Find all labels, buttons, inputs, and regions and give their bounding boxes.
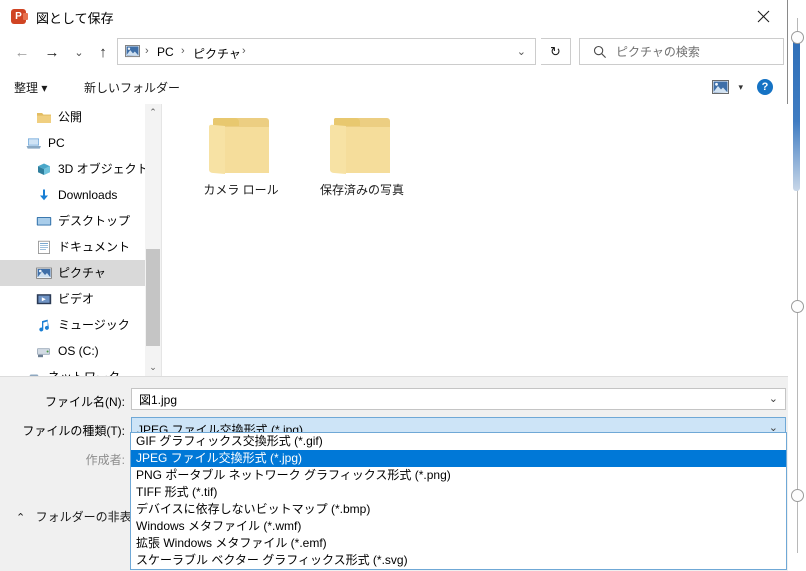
folder-icon	[330, 118, 394, 172]
chevron-down-icon[interactable]: ⌄	[769, 392, 778, 405]
sidebar-item-8[interactable]: ビデオ	[0, 286, 145, 312]
view-layout-icon[interactable]	[712, 80, 729, 95]
file-type-option-1[interactable]: GIF グラフィックス交換形式 (*.gif)	[131, 433, 786, 450]
sidebar-item-label: OS (C:)	[58, 338, 99, 364]
breadcrumb-separator: ›	[181, 45, 185, 57]
file-type-label: ファイルの種類(T):	[10, 422, 125, 439]
sidebar-item-1[interactable]: 公開	[0, 104, 145, 130]
sidebar-scrollbar[interactable]: ⌃ ⌄	[145, 104, 162, 376]
chevron-down-icon[interactable]: ⌄	[517, 45, 526, 58]
file-name-label: ファイル名(N):	[10, 393, 125, 410]
dialog-title: 図として保存	[36, 8, 114, 27]
folder-item[interactable]: 保存済みの写真	[303, 110, 421, 236]
downloads-icon	[36, 188, 52, 203]
file-type-option-5[interactable]: デバイスに依存しないビットマップ (*.bmp)	[131, 501, 786, 518]
dialog-body: 公開PC3D オブジェクトDownloadsデスクトップドキュメントピクチャビデ…	[0, 104, 788, 376]
navigation-bar: ← → ⌄ ↑ › PC › ピクチャ › ⌄ ↻	[0, 32, 787, 72]
scroll-up-icon[interactable]: ⌃	[145, 104, 161, 121]
folder-icon	[209, 118, 273, 172]
sidebar-scroll-thumb[interactable]	[146, 249, 160, 346]
command-bar: 整理 ▾ 新しいフォルダー ▾ ?	[0, 72, 787, 105]
powerpoint-icon: P	[11, 9, 26, 24]
pictures-icon	[36, 266, 52, 281]
sidebar-item-label: デスクトップ	[58, 208, 130, 234]
file-type-option-6[interactable]: Windows メタファイル (*.wmf)	[131, 518, 786, 535]
file-name-field[interactable]: ⌄	[131, 388, 786, 410]
up-button[interactable]: ↑	[92, 43, 114, 63]
pictures-folder-icon	[125, 45, 140, 58]
sidebar-item-label: ピクチャ	[58, 260, 106, 286]
hide-folders-toggle[interactable]: ⌃ フォルダーの非表示	[16, 508, 144, 525]
navigation-sidebar: 公開PC3D オブジェクトDownloadsデスクトップドキュメントピクチャビデ…	[0, 104, 145, 376]
close-icon	[757, 10, 770, 23]
save-as-dialog: P 図として保存 ← → ⌄ ↑ › PC › ピクチャ › ⌄	[0, 0, 788, 570]
breadcrumb-pc[interactable]: PC	[157, 45, 174, 59]
forward-button[interactable]: →	[41, 43, 63, 63]
pc-icon	[26, 136, 42, 151]
refresh-button[interactable]: ↻	[541, 38, 571, 65]
file-type-option-2[interactable]: JPEG ファイル交換形式 (*.jpg)	[131, 450, 786, 467]
search-icon	[593, 45, 607, 59]
desktop-icon	[36, 214, 52, 229]
scroll-down-icon[interactable]: ⌄	[145, 359, 161, 376]
chevron-up-icon: ⌃	[16, 512, 25, 524]
sidebar-item-9[interactable]: ミュージック	[0, 312, 145, 338]
back-button[interactable]: ←	[11, 43, 33, 63]
folder-icon	[36, 110, 52, 125]
videos-icon	[36, 292, 52, 307]
documents-icon	[36, 240, 52, 255]
sidebar-item-6[interactable]: ドキュメント	[0, 234, 145, 260]
file-type-option-7[interactable]: 拡張 Windows メタファイル (*.emf)	[131, 535, 786, 552]
view-options-caret[interactable]: ▾	[738, 82, 743, 93]
powerpoint-scroll-handle-bottom[interactable]	[791, 489, 804, 502]
file-type-option-4[interactable]: TIFF 形式 (*.tif)	[131, 484, 786, 501]
music-icon	[36, 318, 52, 333]
folder-item-label: カメラ ロール	[182, 182, 300, 198]
breadcrumb-separator: ›	[242, 45, 246, 57]
sidebar-item-label: ネットワーク	[48, 364, 120, 376]
address-bar[interactable]: › PC › ピクチャ › ⌄	[117, 38, 536, 65]
folder-item-label: 保存済みの写真	[303, 182, 421, 198]
help-button[interactable]: ?	[757, 79, 773, 95]
drive-icon	[36, 344, 52, 359]
powerpoint-scroll-handle-middle[interactable]	[791, 300, 804, 313]
breadcrumb-pictures[interactable]: ピクチャ	[193, 45, 241, 62]
sidebar-item-4[interactable]: Downloads	[0, 182, 145, 208]
file-type-option-8[interactable]: スケーラブル ベクター グラフィックス形式 (*.svg)	[131, 552, 786, 569]
recent-locations-button[interactable]: ⌄	[68, 43, 90, 63]
search-box[interactable]	[579, 38, 784, 65]
powerpoint-scroll-thumb[interactable]	[793, 36, 800, 191]
file-list-view[interactable]: カメラ ロール保存済みの写真	[162, 104, 788, 376]
breadcrumb-separator: ›	[145, 45, 149, 57]
sidebar-item-10[interactable]: OS (C:)	[0, 338, 145, 364]
close-button[interactable]	[741, 0, 787, 31]
sidebar-item-label: ビデオ	[58, 286, 94, 312]
search-input[interactable]	[614, 44, 778, 60]
sidebar-item-label: Downloads	[58, 182, 117, 208]
file-type-option-3[interactable]: PNG ポータブル ネットワーク グラフィックス形式 (*.png)	[131, 467, 786, 484]
sidebar-item-label: 3D オブジェクト	[58, 156, 145, 182]
new-folder-button[interactable]: 新しいフォルダー	[84, 79, 180, 96]
file-name-input[interactable]	[137, 391, 741, 407]
title-bar: P 図として保存	[0, 0, 787, 33]
sidebar-item-label: PC	[48, 130, 65, 156]
sidebar-item-label: ミュージック	[58, 312, 130, 338]
sidebar-item-5[interactable]: デスクトップ	[0, 208, 145, 234]
sidebar-item-7[interactable]: ピクチャ	[0, 260, 145, 286]
sidebar-item-label: 公開	[58, 104, 82, 130]
author-label: 作成者:	[10, 451, 125, 468]
3d-objects-icon	[36, 162, 52, 177]
organize-button[interactable]: 整理 ▾	[14, 79, 47, 96]
file-type-dropdown-list[interactable]: GIF グラフィックス交換形式 (*.gif)JPEG ファイル交換形式 (*.…	[130, 432, 787, 570]
powerpoint-scroll-handle-top[interactable]	[791, 31, 804, 44]
sidebar-item-11[interactable]: ネットワーク	[0, 364, 145, 376]
sidebar-item-2[interactable]: PC	[0, 130, 145, 156]
folder-item[interactable]: カメラ ロール	[182, 110, 300, 236]
sidebar-item-label: ドキュメント	[58, 234, 130, 260]
hide-folders-label: フォルダーの非表示	[36, 510, 144, 524]
sidebar-item-3[interactable]: 3D オブジェクト	[0, 156, 145, 182]
